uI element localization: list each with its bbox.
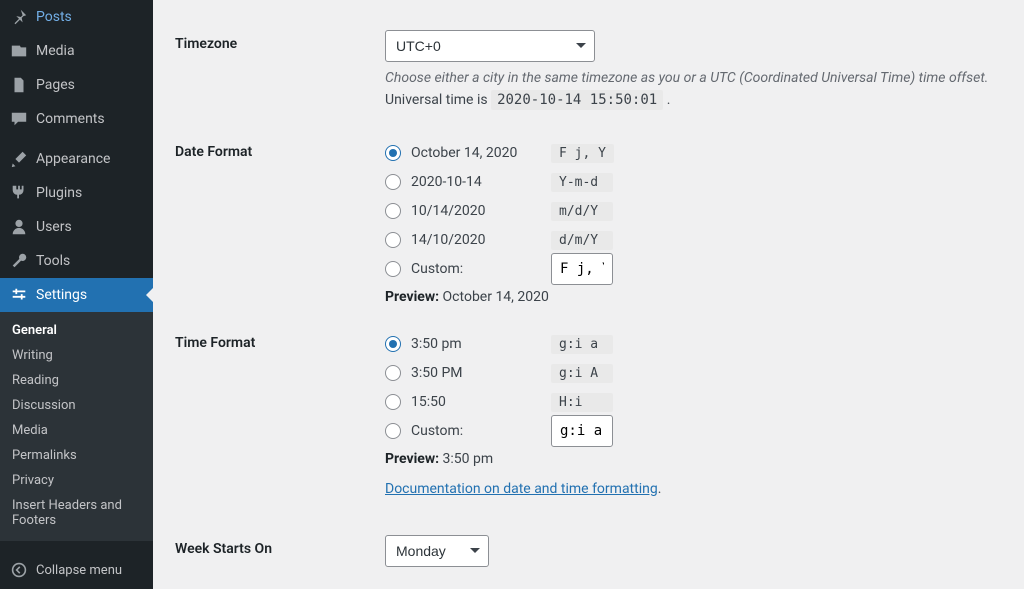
- date-option-row[interactable]: 2020-10-14 Y-m-d: [385, 168, 1002, 196]
- date-option-label: 10/14/2020: [411, 203, 541, 219]
- sidebar-item-label: Pages: [36, 77, 75, 93]
- time-option-label: 3:50 PM: [411, 365, 541, 381]
- sub-item-permalinks[interactable]: Permalinks: [0, 443, 153, 468]
- time-format-label: Time Format: [175, 317, 385, 523]
- media-icon: [10, 42, 28, 60]
- time-option-row[interactable]: 15:50 H:i: [385, 388, 1002, 416]
- sub-item-general[interactable]: General: [0, 318, 153, 343]
- date-option-radio[interactable]: [385, 145, 401, 161]
- date-custom-label: Custom:: [411, 261, 541, 277]
- date-option-radio[interactable]: [385, 232, 401, 248]
- collapse-menu[interactable]: Collapse menu: [0, 551, 153, 589]
- sidebar-item-comments[interactable]: Comments: [0, 102, 153, 136]
- timezone-select[interactable]: UTC+0: [385, 30, 595, 62]
- time-option-radio[interactable]: [385, 336, 401, 352]
- time-custom-input[interactable]: [551, 415, 613, 447]
- wrench-icon: [10, 252, 28, 270]
- sidebar-item-label: Media: [36, 43, 75, 59]
- comments-icon: [10, 110, 28, 128]
- date-option-custom-row[interactable]: Custom:: [385, 255, 1002, 283]
- time-option-custom-row[interactable]: Custom:: [385, 417, 1002, 445]
- time-option-radio[interactable]: [385, 423, 401, 439]
- date-option-radio[interactable]: [385, 261, 401, 277]
- plug-icon: [10, 184, 28, 202]
- time-option-format: g:i A: [551, 364, 613, 383]
- sidebar-item-label: Comments: [36, 111, 105, 127]
- sidebar-item-label: Appearance: [36, 151, 110, 167]
- time-preview: Preview: 3:50 pm: [385, 451, 1002, 467]
- time-format-fieldset: 3:50 pm g:i a 3:50 PM g:i A 15:50 H:i: [385, 329, 1002, 511]
- sub-item-headers-footers[interactable]: Insert Headers and Footers: [0, 493, 153, 533]
- time-option-radio[interactable]: [385, 365, 401, 381]
- sidebar-item-label: Settings: [36, 287, 87, 303]
- date-option-row[interactable]: October 14, 2020 F j, Y: [385, 139, 1002, 167]
- sidebar-item-tools[interactable]: Tools: [0, 244, 153, 278]
- time-option-radio[interactable]: [385, 394, 401, 410]
- time-option-row[interactable]: 3:50 PM g:i A: [385, 359, 1002, 387]
- collapse-label: Collapse menu: [36, 563, 122, 578]
- sliders-icon: [10, 286, 28, 304]
- timezone-label: Timezone: [175, 18, 385, 126]
- settings-submenu: General Writing Reading Discussion Media…: [0, 312, 153, 541]
- user-icon: [10, 218, 28, 236]
- sub-item-writing[interactable]: Writing: [0, 343, 153, 368]
- timezone-description: Choose either a city in the same timezon…: [385, 70, 1002, 86]
- sidebar-item-label: Users: [36, 219, 72, 235]
- date-option-row[interactable]: 10/14/2020 m/d/Y: [385, 197, 1002, 225]
- date-option-format: m/d/Y: [551, 202, 613, 221]
- sub-item-reading[interactable]: Reading: [0, 368, 153, 393]
- pages-icon: [10, 76, 28, 94]
- settings-content: Timezone UTC+0 Choose either a city in t…: [153, 0, 1024, 589]
- time-option-format: g:i a: [551, 335, 613, 354]
- date-option-label: October 14, 2020: [411, 145, 541, 161]
- date-format-fieldset: October 14, 2020 F j, Y 2020-10-14 Y-m-d…: [385, 138, 1002, 305]
- sidebar-item-pages[interactable]: Pages: [0, 68, 153, 102]
- universal-time-value: 2020-10-14 15:50:01: [491, 90, 663, 110]
- admin-sidebar: Posts Media Pages Comments: [0, 0, 153, 589]
- time-option-row[interactable]: 3:50 pm g:i a: [385, 330, 1002, 358]
- sidebar-item-plugins[interactable]: Plugins: [0, 176, 153, 210]
- date-option-label: 2020-10-14: [411, 174, 541, 190]
- date-option-format: F j, Y: [551, 144, 614, 163]
- time-option-format: H:i: [551, 393, 613, 412]
- sidebar-item-label: Tools: [36, 253, 70, 269]
- sidebar-item-settings[interactable]: Settings: [0, 278, 153, 312]
- week-starts-label: Week Starts On: [175, 523, 385, 579]
- sidebar-item-label: Plugins: [36, 185, 82, 201]
- brush-icon: [10, 150, 28, 168]
- date-preview: Preview: October 14, 2020: [385, 289, 1002, 305]
- week-starts-select[interactable]: Monday: [385, 535, 489, 567]
- doc-link[interactable]: Documentation on date and time formattin…: [385, 481, 658, 497]
- sub-item-media[interactable]: Media: [0, 418, 153, 443]
- sidebar-item-posts[interactable]: Posts: [0, 0, 153, 34]
- sub-item-discussion[interactable]: Discussion: [0, 393, 153, 418]
- time-custom-label: Custom:: [411, 423, 541, 439]
- universal-time: Universal time is 2020-10-14 15:50:01 .: [385, 92, 1002, 108]
- sidebar-item-appearance[interactable]: Appearance: [0, 142, 153, 176]
- date-option-format: d/m/Y: [551, 231, 613, 250]
- date-custom-input[interactable]: [551, 253, 613, 285]
- time-option-label: 15:50: [411, 394, 541, 410]
- admin-menu: Posts Media Pages Comments: [0, 0, 153, 312]
- sub-item-privacy[interactable]: Privacy: [0, 468, 153, 493]
- sidebar-item-media[interactable]: Media: [0, 34, 153, 68]
- date-option-radio[interactable]: [385, 174, 401, 190]
- date-option-label: 14/10/2020: [411, 232, 541, 248]
- doc-line: Documentation on date and time formattin…: [385, 481, 1002, 497]
- date-format-label: Date Format: [175, 126, 385, 317]
- sidebar-item-users[interactable]: Users: [0, 210, 153, 244]
- date-option-format: Y-m-d: [551, 173, 613, 192]
- time-option-label: 3:50 pm: [411, 336, 541, 352]
- pin-icon: [10, 8, 28, 26]
- date-option-radio[interactable]: [385, 203, 401, 219]
- date-option-row[interactable]: 14/10/2020 d/m/Y: [385, 226, 1002, 254]
- collapse-icon: [10, 561, 28, 579]
- sidebar-item-label: Posts: [36, 9, 72, 25]
